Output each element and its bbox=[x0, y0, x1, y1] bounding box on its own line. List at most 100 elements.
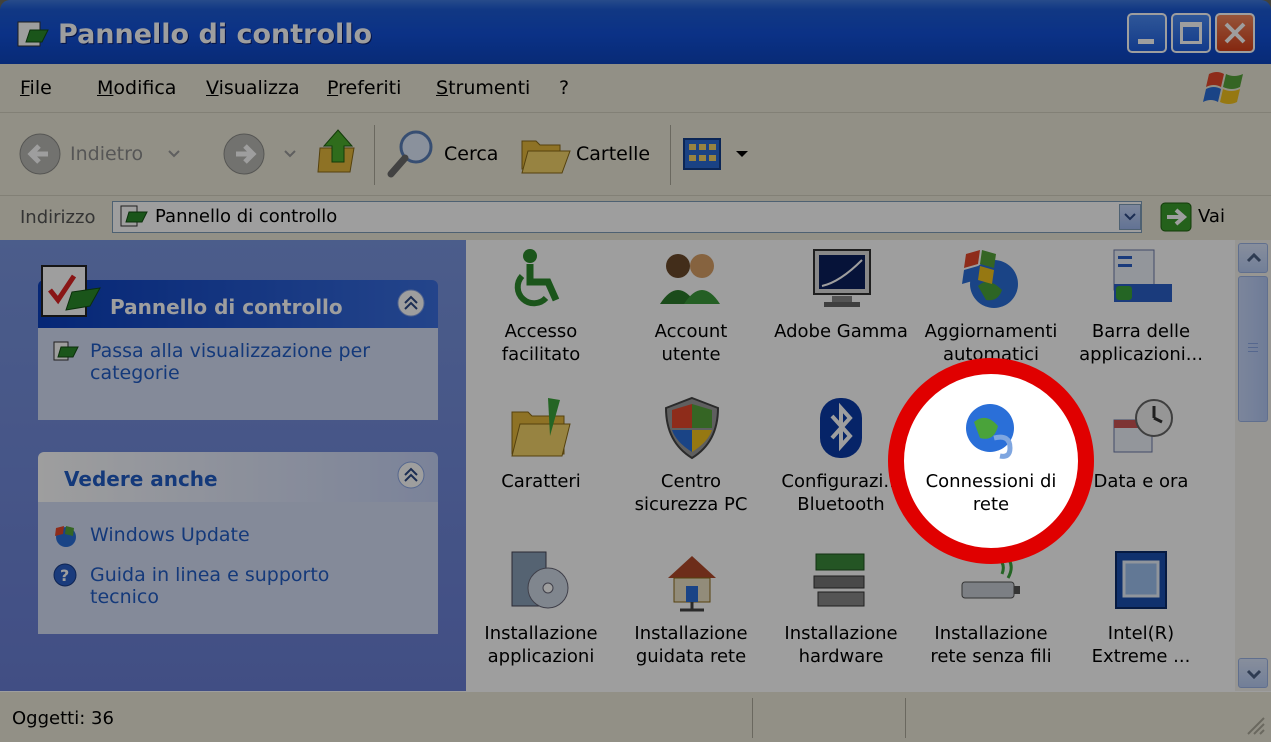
search-button[interactable]: Cerca bbox=[386, 127, 506, 179]
applet-accesso-facilitato[interactable]: Accesso facilitato bbox=[466, 240, 616, 390]
see-also-header[interactable]: Vedere anche bbox=[38, 452, 438, 502]
folder-up-icon[interactable] bbox=[316, 126, 362, 176]
close-button[interactable] bbox=[1215, 13, 1255, 53]
title-bar[interactable]: Pannello di controllo bbox=[0, 0, 1271, 64]
icon-view: Accesso facilitato Account utente Adobe Ga… bbox=[466, 240, 1235, 691]
go-button[interactable]: Vai bbox=[1158, 201, 1268, 233]
object-count: Oggetti: 36 bbox=[12, 708, 114, 729]
menu-visualizza[interactable]: Visualizza bbox=[206, 77, 300, 99]
accessibility-icon bbox=[514, 249, 560, 307]
highlighted-network-connections[interactable]: Connessioni di rete bbox=[916, 392, 1066, 532]
go-arrow-icon bbox=[1160, 202, 1192, 232]
chevron-down-icon bbox=[168, 150, 180, 158]
windows-update-icon bbox=[55, 526, 76, 547]
folders-button[interactable]: Cartelle bbox=[520, 127, 660, 179]
windows-logo-icon bbox=[1203, 72, 1243, 104]
help-text-2: tecnico bbox=[90, 586, 159, 608]
forward-arrow-icon bbox=[223, 133, 265, 175]
chevron-down-icon bbox=[1246, 669, 1262, 679]
menu-bar: File Modifica Visualizza Preferiti Strum… bbox=[0, 64, 1271, 113]
applet-installazione-hardware[interactable]: Installazione hardware bbox=[766, 540, 916, 691]
control-panel-body: Passa alla visualizzazione per categorie bbox=[38, 328, 438, 420]
bluetooth-icon bbox=[820, 398, 862, 458]
address-label: Indirizzo bbox=[20, 207, 96, 228]
minimize-button[interactable] bbox=[1127, 13, 1167, 53]
applet-label: Adobe Gamma bbox=[774, 321, 908, 342]
window-title: Pannello di controllo bbox=[58, 19, 373, 50]
see-also-body: Windows Update ? Guida in linea e suppor… bbox=[38, 502, 438, 634]
help-text-1: Guida in linea e supporto bbox=[90, 564, 330, 586]
windows-globe-icon bbox=[962, 250, 1018, 308]
hardware-icon bbox=[813, 553, 865, 607]
applet-caratteri[interactable]: Caratteri bbox=[466, 390, 616, 540]
menu-file[interactable]: File bbox=[20, 77, 52, 99]
back-button[interactable]: Indietro bbox=[18, 132, 188, 176]
switch-view-text-2: categorie bbox=[90, 362, 180, 384]
menu-preferiti[interactable]: Preferiti bbox=[327, 77, 401, 99]
address-dropdown-button[interactable] bbox=[1119, 204, 1141, 230]
fonts-folder-icon bbox=[511, 398, 571, 457]
applet-label: Intel(R) Extreme ... bbox=[1091, 623, 1191, 667]
switch-view-text-1: Passa alla visualizzazione per bbox=[90, 340, 371, 362]
menu-modifica[interactable]: Modifica bbox=[97, 77, 176, 99]
applet-label: Barra delle applicazioni... bbox=[1079, 321, 1203, 365]
status-bar: Oggetti: 36 bbox=[0, 691, 1271, 742]
control-panel-title-icon bbox=[17, 21, 49, 47]
help-icon: ? bbox=[53, 563, 77, 587]
folders-label: Cartelle bbox=[576, 143, 651, 165]
applet-barra-delle-applicazioni[interactable]: Barra delle applicazioni... bbox=[1066, 240, 1216, 390]
vertical-scrollbar[interactable] bbox=[1235, 240, 1271, 691]
scroll-thumb[interactable] bbox=[1238, 276, 1268, 422]
scroll-up-button[interactable] bbox=[1238, 243, 1268, 273]
control-panel-small-icon bbox=[53, 341, 79, 361]
control-panel-window: Pannello di controllo File Modifica Visu… bbox=[0, 0, 1271, 742]
collapse-icon[interactable] bbox=[396, 460, 426, 490]
windows-update-text: Windows Update bbox=[90, 524, 250, 546]
applet-label: Caratteri bbox=[501, 471, 581, 492]
chevron-up-icon bbox=[1246, 253, 1262, 263]
intel-graphics-icon bbox=[1115, 551, 1167, 609]
control-panel-small-icon bbox=[120, 205, 148, 227]
applet-installazione-applicazioni[interactable]: Installazione applicazioni bbox=[466, 540, 616, 691]
address-input[interactable]: Pannello di controllo bbox=[112, 201, 1142, 233]
task-pane: Pannello di controllo Passa alla visuali… bbox=[0, 240, 466, 691]
views-icon bbox=[683, 138, 748, 170]
control-panel-large-icon bbox=[41, 265, 101, 317]
back-arrow-icon bbox=[19, 133, 61, 175]
user-accounts-icon bbox=[660, 254, 720, 304]
views-button[interactable] bbox=[682, 135, 752, 175]
menu-strumenti[interactable]: Strumenti bbox=[436, 77, 530, 99]
forward-button[interactable] bbox=[222, 132, 302, 176]
chevron-down-icon bbox=[284, 150, 296, 158]
applet-label: Installazione hardware bbox=[784, 623, 898, 667]
folders-icon bbox=[521, 140, 571, 174]
applet-label: Account utente bbox=[654, 321, 728, 365]
network-globe-icon bbox=[966, 404, 1014, 459]
maximize-button[interactable] bbox=[1171, 13, 1211, 53]
security-shield-icon bbox=[664, 396, 720, 460]
scroll-down-button[interactable] bbox=[1238, 658, 1268, 688]
switch-to-category-view-link[interactable]: Passa alla visualizzazione per categorie bbox=[44, 340, 434, 400]
collapse-icon[interactable] bbox=[396, 288, 426, 318]
monitor-icon bbox=[813, 249, 871, 307]
applet-installazione-guidata-rete[interactable]: Installazione guidata rete bbox=[616, 540, 766, 691]
applet-label: Installazione rete senza fili bbox=[930, 623, 1052, 667]
menu-help[interactable]: ? bbox=[559, 77, 569, 99]
applet-account-utente[interactable]: Account utente bbox=[616, 240, 766, 390]
close-icon bbox=[1224, 22, 1246, 44]
highlighted-label: Connessioni di rete bbox=[925, 471, 1057, 515]
see-also-title: Vedere anche bbox=[64, 467, 218, 491]
resize-grip-icon[interactable] bbox=[1244, 714, 1266, 736]
applet-intel-extreme[interactable]: Intel(R) Extreme ... bbox=[1066, 540, 1216, 691]
search-icon bbox=[387, 130, 433, 178]
applet-centro-sicurezza-pc[interactable]: Centro sicurezza PC bbox=[616, 390, 766, 540]
home-network-icon bbox=[668, 556, 716, 612]
applet-adobe-gamma[interactable]: Adobe Gamma bbox=[766, 240, 916, 390]
clock-calendar-icon bbox=[1113, 399, 1173, 453]
applet-label: Installazione guidata rete bbox=[634, 623, 748, 667]
chevron-down-icon bbox=[1124, 213, 1136, 221]
back-label: Indietro bbox=[70, 143, 144, 165]
help-support-link[interactable]: ? Guida in linea e supporto tecnico bbox=[44, 562, 434, 612]
control-panel-header-title: Pannello di controllo bbox=[110, 295, 343, 319]
windows-update-link[interactable]: Windows Update bbox=[44, 522, 434, 548]
